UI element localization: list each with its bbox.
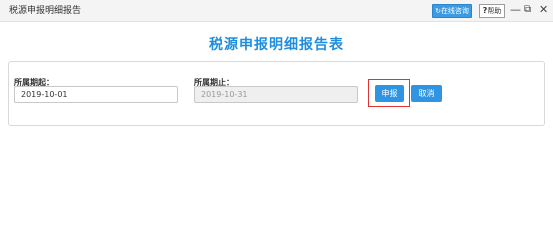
help-label: 帮助 bbox=[487, 7, 502, 15]
online-consult-button[interactable]: ↻在线咨询 bbox=[432, 4, 472, 18]
maximize-icon[interactable]: ⧉ bbox=[524, 3, 531, 17]
online-consult-label: 在线咨询 bbox=[440, 7, 469, 15]
period-start-input[interactable]: 2019-10-01 bbox=[14, 86, 178, 103]
close-icon[interactable]: ✕ bbox=[539, 3, 548, 17]
help-button[interactable]: ?帮助 bbox=[479, 4, 505, 18]
cancel-button[interactable]: 取消 bbox=[411, 85, 442, 102]
minimize-icon[interactable]: — bbox=[510, 3, 521, 17]
page-title: 税源申报明细报告表 bbox=[209, 37, 344, 53]
period-end-input: 2019-10-31 bbox=[194, 86, 358, 103]
submit-button[interactable]: 申报 bbox=[375, 85, 404, 102]
window-title: 税源申报明细报告 bbox=[9, 6, 82, 16]
window-titlebar: 税源申报明细报告 ↻在线咨询 ?帮助 — ⧉ ✕ bbox=[0, 0, 553, 22]
